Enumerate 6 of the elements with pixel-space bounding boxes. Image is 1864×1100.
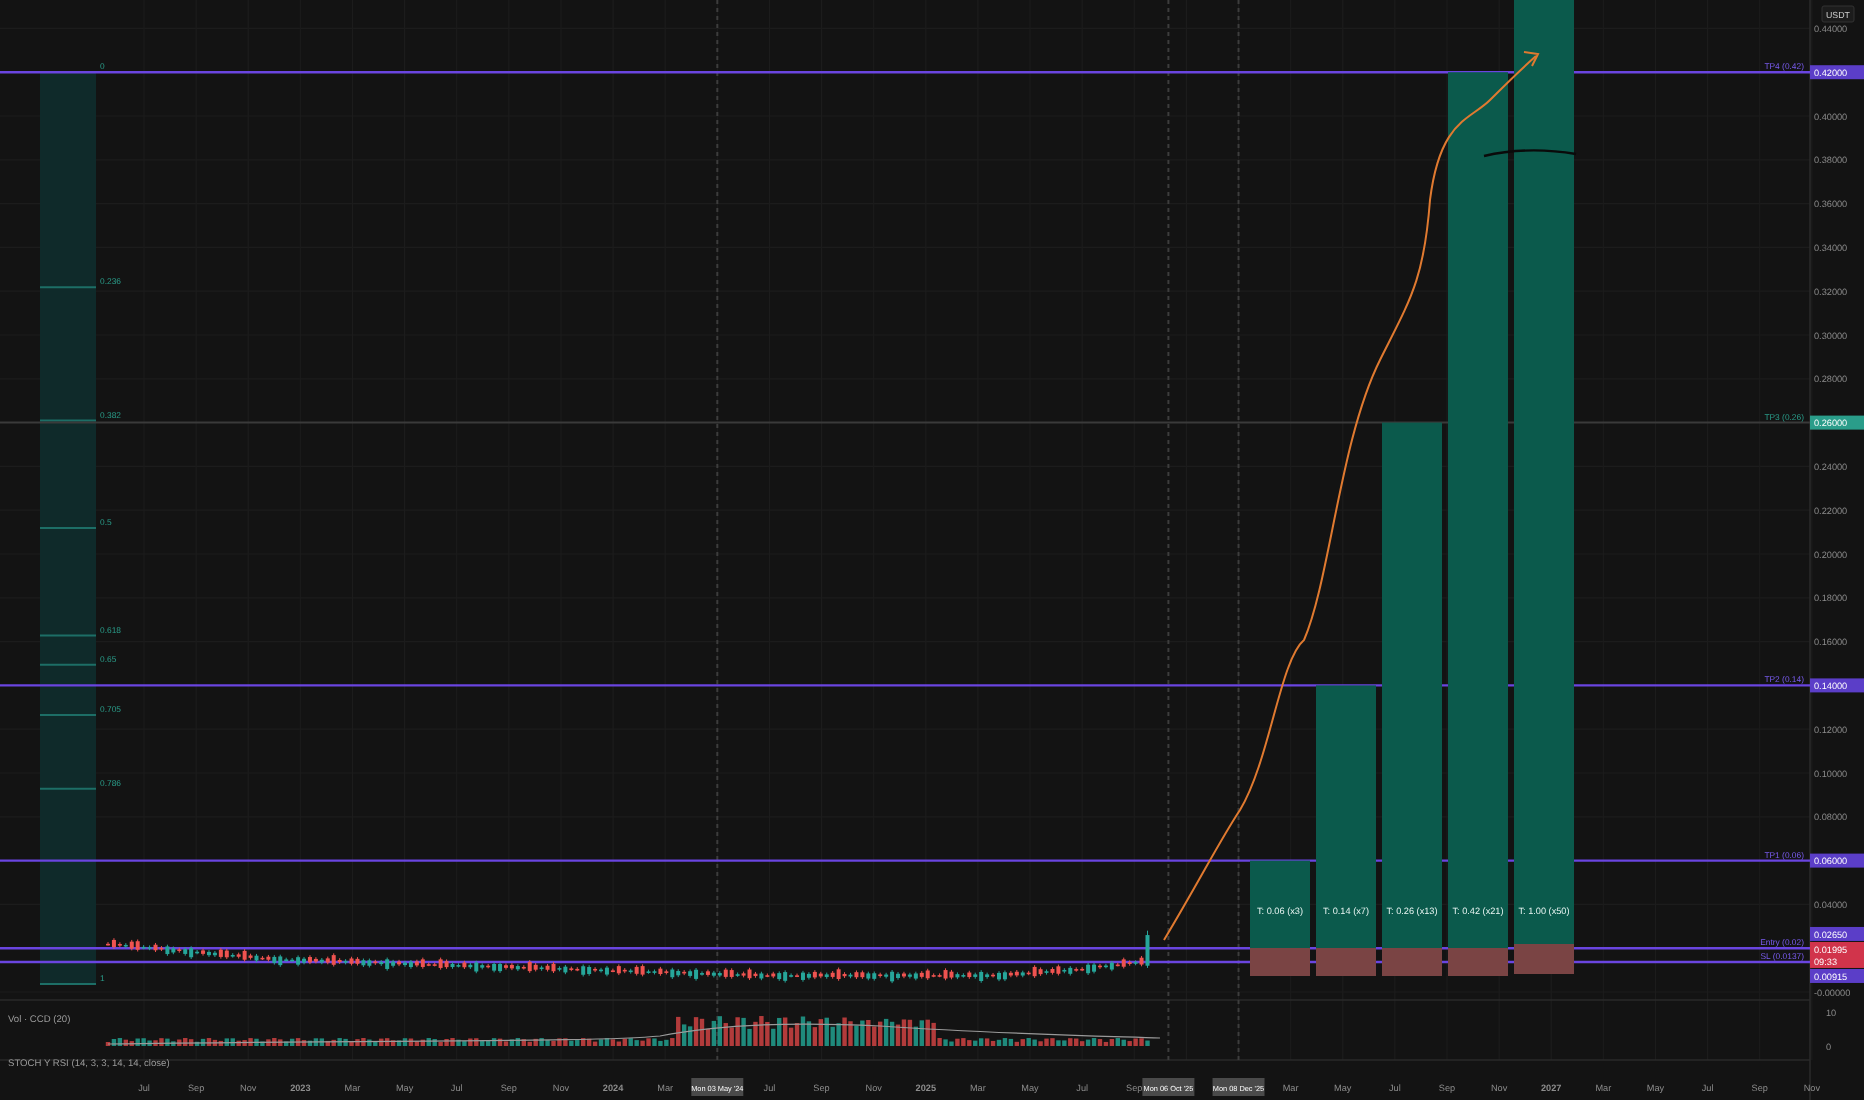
stop-box xyxy=(1448,948,1508,976)
stop-box xyxy=(1382,948,1442,976)
stop-box xyxy=(1316,948,1376,976)
trend-line xyxy=(1483,149,1577,158)
stop-box xyxy=(1250,948,1310,976)
stop-box xyxy=(1514,944,1574,974)
